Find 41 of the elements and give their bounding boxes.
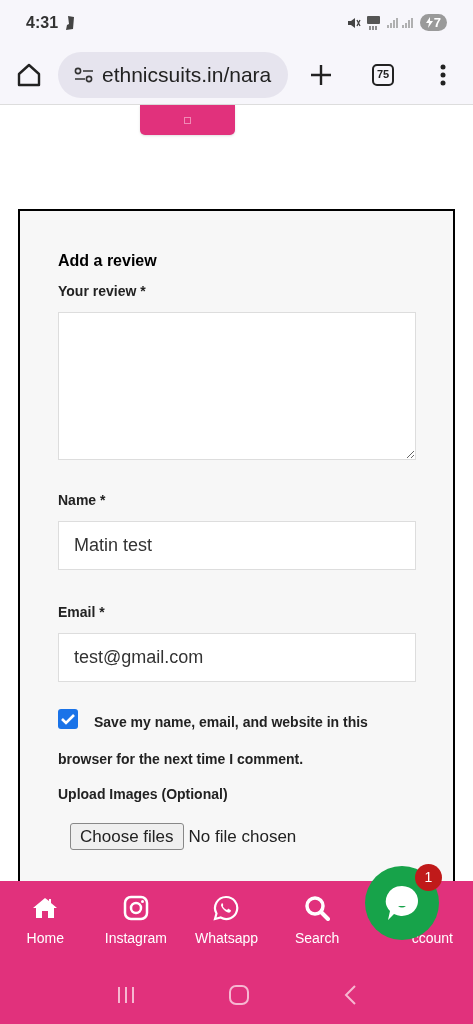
charging-icon xyxy=(425,17,433,28)
back-icon[interactable] xyxy=(343,984,356,1005)
tab-counter[interactable]: 75 xyxy=(372,63,394,86)
menu-icon[interactable] xyxy=(440,63,446,86)
site-settings-icon xyxy=(74,66,94,83)
chat-bubble-icon xyxy=(384,884,420,922)
home-button-icon[interactable] xyxy=(229,984,250,1005)
nav-item[interactable]: Whatsapp xyxy=(181,881,272,965)
camera-icon xyxy=(122,895,149,921)
signal-icon xyxy=(385,16,414,29)
file-status: No file chosen xyxy=(188,825,297,848)
email-field[interactable]: test@gmail.com xyxy=(58,633,416,682)
search-icon xyxy=(304,895,331,921)
address-bar[interactable]: ethnicsuits.in/nara xyxy=(58,51,288,98)
square-icon xyxy=(184,116,191,124)
plus-icon[interactable] xyxy=(310,63,332,86)
review-field[interactable] xyxy=(58,312,416,460)
nav-item[interactable]: Home xyxy=(0,881,91,965)
notification-icon xyxy=(64,14,77,31)
checkbox[interactable] xyxy=(58,708,78,729)
name-field[interactable]: Matin test xyxy=(58,521,416,570)
save-info-text: Save my name, email, and website in this xyxy=(94,713,368,732)
network-icon xyxy=(366,15,380,30)
mute-icon xyxy=(346,16,361,29)
home-icon xyxy=(32,896,59,920)
home-icon[interactable] xyxy=(16,61,42,88)
phone-chat-icon xyxy=(213,895,240,921)
field-label: Name * xyxy=(58,491,107,510)
field-label: Your review * xyxy=(58,282,147,301)
nav-item[interactable]: Search xyxy=(271,881,363,965)
recent-apps-icon[interactable] xyxy=(117,985,136,1004)
url-text: ethnicsuits.in/nara xyxy=(102,61,272,88)
field-label: Email * xyxy=(58,603,106,622)
choose-files-button[interactable]: Choose files xyxy=(70,823,184,850)
battery-level: 7 xyxy=(433,14,441,31)
form-title: Add a review xyxy=(58,251,158,271)
status-time: 4:31 xyxy=(26,12,59,33)
field-label: Upload Images (Optional) xyxy=(58,785,229,804)
nav-item[interactable]: Instagram xyxy=(90,881,182,965)
nav-item[interactable]: ccount xyxy=(411,929,453,947)
save-info-text: browser for the next time I comment. xyxy=(58,750,304,769)
